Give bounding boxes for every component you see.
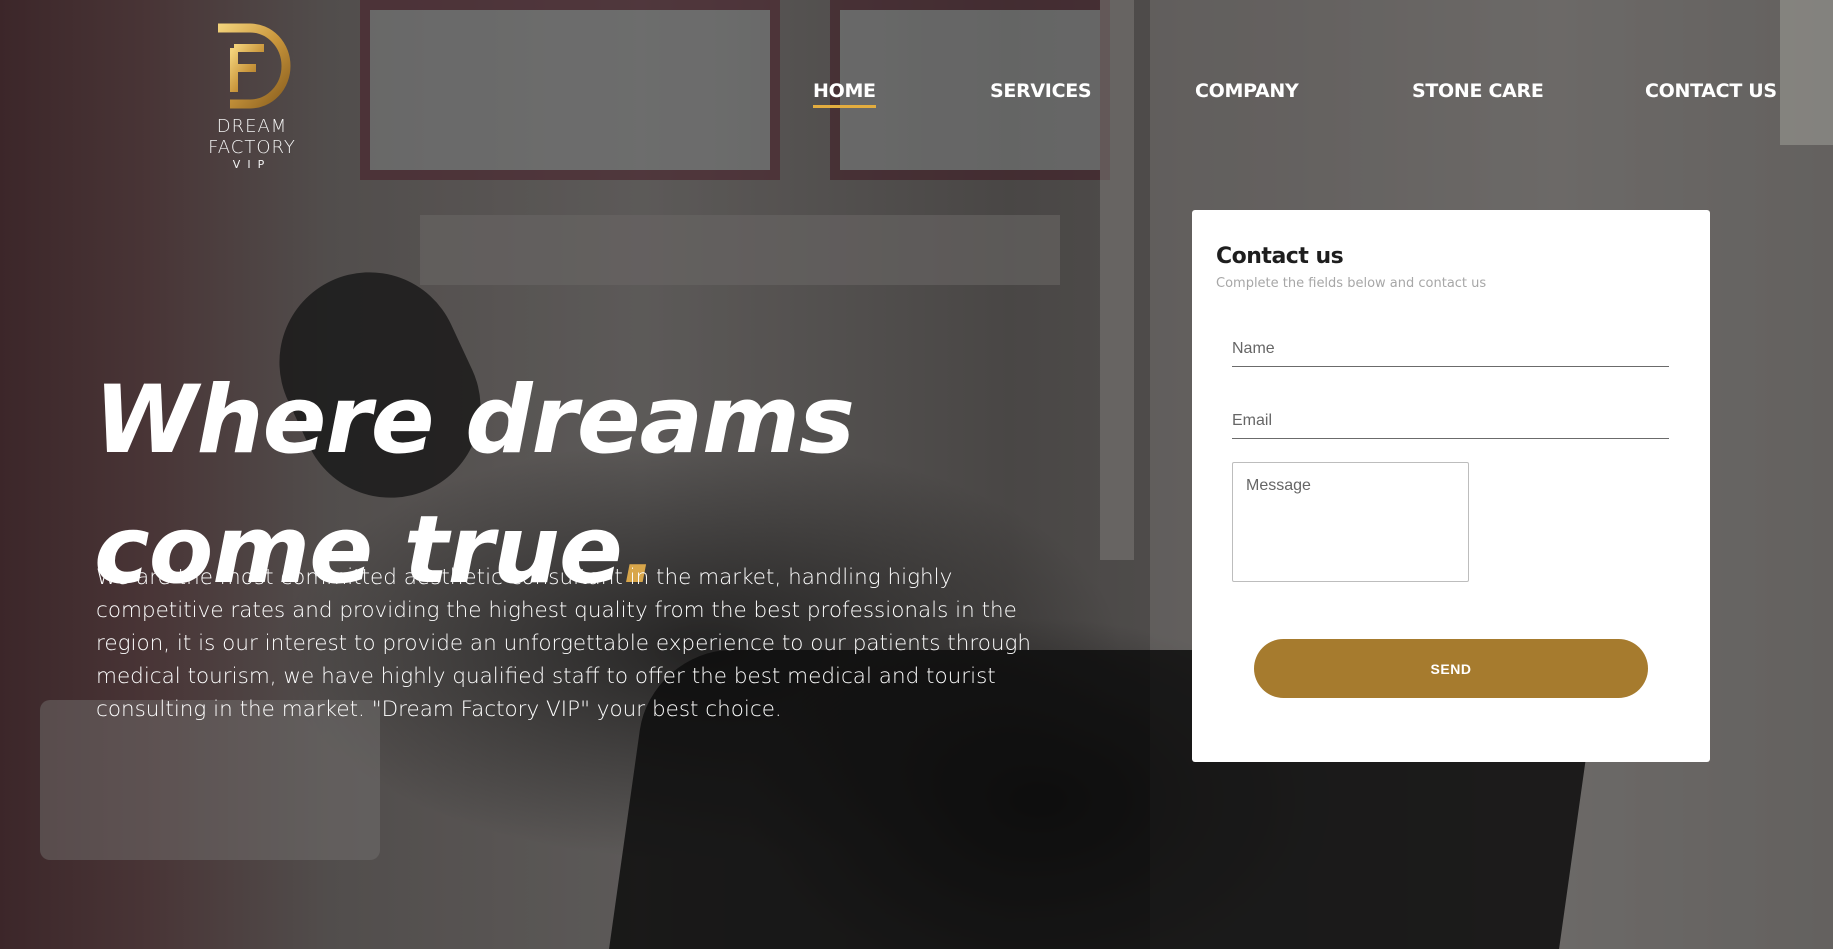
message-field[interactable] (1232, 462, 1469, 582)
nav-company[interactable]: COMPANY (1195, 80, 1299, 102)
contact-form-card: Contact us Complete the fields below and… (1192, 210, 1710, 762)
name-field[interactable] (1232, 332, 1669, 367)
main-nav: HOME SERVICES COMPANY STONE CARE CONTACT… (0, 80, 1833, 108)
brand-name: DREAM FACTORY (208, 116, 296, 158)
contact-form-subtitle: Complete the fields below and contact us (1216, 276, 1487, 291)
email-field[interactable] (1232, 404, 1669, 439)
send-button[interactable]: SEND (1254, 639, 1648, 698)
nav-stone-care[interactable]: STONE CARE (1412, 80, 1544, 102)
nav-services[interactable]: SERVICES (990, 80, 1092, 102)
nav-contact-us[interactable]: CONTACT US (1645, 80, 1777, 102)
hero-headline-line1: Where dreams (94, 365, 855, 475)
hero-intro-text: We are the most committed aesthetic cons… (96, 564, 1031, 722)
contact-form-title: Contact us (1216, 244, 1344, 269)
brand-subtitle: VIP (232, 158, 272, 171)
nav-home[interactable]: HOME (813, 80, 876, 108)
